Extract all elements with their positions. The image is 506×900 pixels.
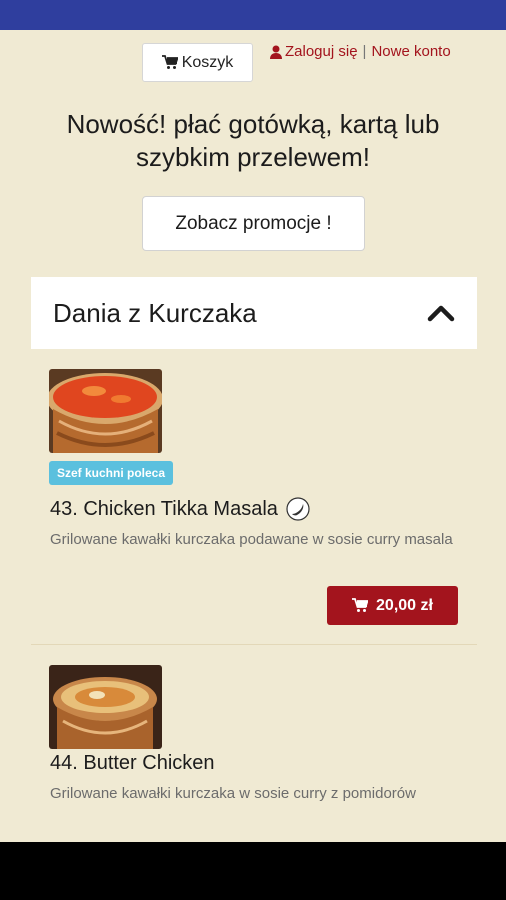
chevron-up-icon[interactable] xyxy=(427,304,455,322)
cart-button[interactable]: Koszyk xyxy=(142,43,253,82)
price-label: 20,00 zł xyxy=(376,596,433,614)
cart-icon xyxy=(352,598,369,612)
register-link[interactable]: Nowe konto xyxy=(371,43,450,60)
login-link[interactable]: Zaloguj się xyxy=(285,43,358,60)
add-to-cart-button[interactable]: 20,00 zł xyxy=(327,586,458,625)
cart-icon xyxy=(161,55,178,69)
menu-item: Szef kuchni poleca 43. Chicken Tikka Mas… xyxy=(31,366,477,645)
auth-links: Zaloguj się | Nowe konto xyxy=(270,43,451,60)
category-title: Dania z Kurczaka xyxy=(53,297,257,328)
promotions-button[interactable]: Zobacz promocje ! xyxy=(142,196,365,251)
chili-icon xyxy=(286,497,310,521)
item-name-text: 43. Chicken Tikka Masala xyxy=(50,497,278,520)
cart-label: Koszyk xyxy=(181,53,234,71)
item-description: Grilowane kawałki kurczaka w sosie curry… xyxy=(50,785,416,802)
promo-text: Nowość! płać gotówką, kartą lub szybkim … xyxy=(66,109,440,172)
menu-item: 44. Butter Chicken Grilowane kawałki kur… xyxy=(31,662,477,842)
category-header[interactable]: Dania z Kurczaka xyxy=(31,277,477,349)
item-name: 43. Chicken Tikka Masala xyxy=(50,497,310,521)
item-name-text: 44. Butter Chicken xyxy=(50,752,215,774)
bottom-bar xyxy=(0,842,506,900)
chef-recommends-badge: Szef kuchni poleca xyxy=(49,461,174,485)
item-name: 44. Butter Chicken xyxy=(50,752,215,775)
item-description: Grilowane kawałki kurczaka podawane w so… xyxy=(50,531,453,548)
top-bar xyxy=(0,0,506,30)
dish-image[interactable] xyxy=(49,369,162,453)
dish-image[interactable] xyxy=(49,665,162,749)
user-icon xyxy=(270,45,282,59)
auth-separator: | xyxy=(362,43,367,60)
